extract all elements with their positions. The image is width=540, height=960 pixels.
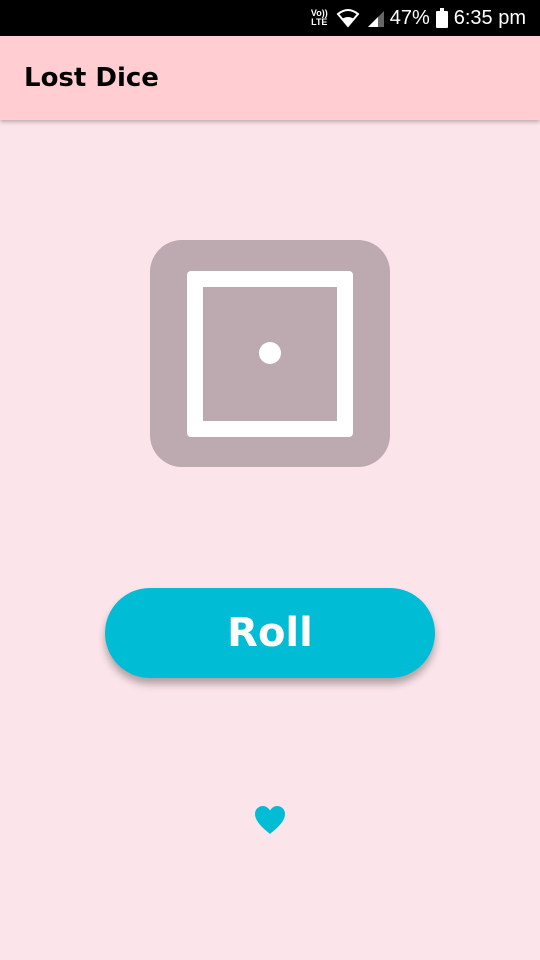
battery-percent: 47% <box>389 6 430 29</box>
status-indicators: Vo)) LTE 47% 6:35 pm <box>311 0 526 36</box>
battery-icon <box>435 8 448 28</box>
roll-button-label: Roll <box>227 610 313 656</box>
wifi-icon <box>336 8 360 28</box>
signal-icon <box>366 9 384 27</box>
volte-icon: Vo)) LTE <box>311 9 328 27</box>
app-title: Lost Dice <box>24 63 159 93</box>
volte-bottom-label: LTE <box>311 17 328 27</box>
dice <box>150 240 390 467</box>
app-bar: Lost Dice <box>0 36 540 120</box>
status-bar: Vo)) LTE 47% 6:35 pm <box>0 0 540 36</box>
roll-button[interactable]: Roll <box>105 588 435 678</box>
heart-icon[interactable] <box>254 805 286 835</box>
status-time: 6:35 pm <box>453 6 526 29</box>
dice-pip <box>259 342 281 364</box>
